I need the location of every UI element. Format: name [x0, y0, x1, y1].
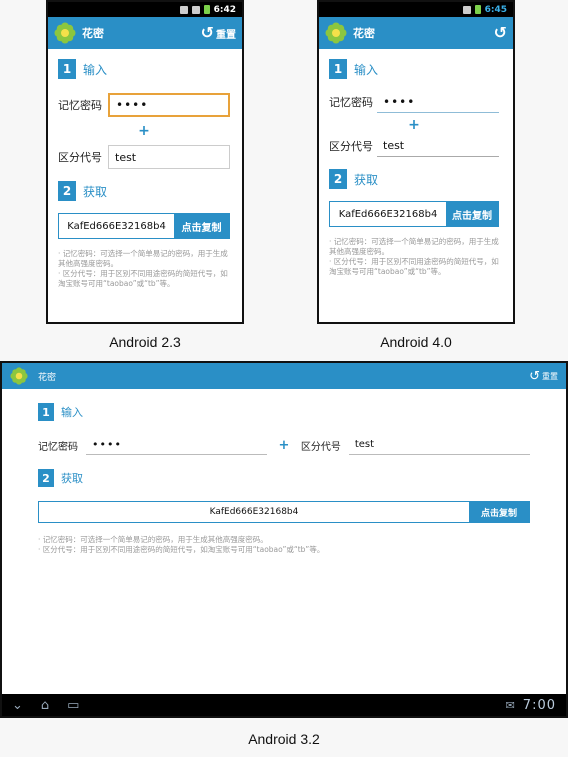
section-input-header: 1 输入: [58, 59, 230, 79]
reset-label: 重置: [542, 371, 558, 381]
section-label: 获取: [354, 172, 379, 187]
memory-password-input[interactable]: ••••: [86, 435, 268, 455]
flower-logo-icon: [10, 367, 28, 385]
device-android-3-2: 花密 ↺ 重置 1 输入 记忆密码 •••• + 区分代号 test 2 获取: [0, 361, 568, 718]
generated-password: KafEd666E32168b4: [330, 202, 446, 226]
notification-icon: ✉: [505, 698, 515, 712]
generated-password: KafEd666E32168b4: [39, 502, 469, 522]
app-bar: 花密 ↺: [319, 17, 513, 49]
note-memory: · 记忆密码：可选择一个简单易记的密码，用于生成其他高强度密码。: [58, 249, 228, 268]
battery-icon: [474, 5, 481, 14]
memory-password-input[interactable]: ••••: [377, 91, 499, 113]
section-number: 1: [329, 59, 347, 79]
signal-icon: [191, 5, 200, 14]
section-output-header: 2 获取: [38, 469, 530, 487]
reset-button[interactable]: ↺: [494, 25, 507, 41]
section-input-header: 1 输入: [38, 403, 530, 421]
app-title: 花密: [38, 372, 57, 383]
code-label: 区分代号: [329, 140, 373, 153]
note-code: · 区分代号：用于区别不同用途密码的简短代号，如淘宝账号可用“taobao”或“…: [329, 257, 499, 276]
clock: 6:42: [213, 4, 236, 15]
code-label: 区分代号: [300, 441, 341, 453]
note-code: · 区分代号：用于区别不同用途密码的简短代号，如淘宝账号可用“taobao”或“…: [58, 269, 228, 288]
memory-password-label: 记忆密码: [58, 99, 102, 112]
caption-android-4-0: Android 4.0: [380, 334, 452, 350]
section-output-header: 2 获取: [329, 169, 499, 189]
app-bar: 花密 ↺ 重置: [48, 17, 242, 49]
status-bar: 6:45: [319, 2, 513, 17]
flower-logo-icon: [325, 22, 347, 44]
generated-password: KafEd666E32168b4: [59, 214, 174, 238]
section-output-header: 2 获取: [58, 181, 230, 201]
section-number: 1: [38, 403, 54, 421]
plus-sign: +: [278, 437, 290, 453]
screen: 6:45 花密 ↺ 1 输入 记忆密码 •••• + 区分代号 test 2 获…: [319, 2, 513, 322]
section-label: 获取: [61, 472, 83, 485]
code-input[interactable]: test: [377, 135, 499, 157]
section-label: 输入: [61, 406, 83, 419]
plus-sign: +: [408, 117, 420, 133]
result-box: KafEd666E32168b4 点击复制: [58, 213, 230, 239]
nav-home-icon[interactable]: ⌂: [41, 698, 49, 713]
result-box: KafEd666E32168b4 点击复制: [329, 201, 499, 227]
help-notes: · 记忆密码：可选择一个简单易记的密码，用于生成其他高强度密码。 · 区分代号：…: [38, 535, 530, 555]
app-title: 花密: [353, 27, 375, 40]
memory-password-label: 记忆密码: [329, 96, 373, 109]
status-bar: 6:42: [48, 2, 242, 17]
section-number: 2: [329, 169, 347, 189]
reset-label: 重置: [216, 29, 236, 41]
nav-recent-icon[interactable]: ▭: [67, 698, 79, 713]
help-notes: · 记忆密码：可选择一个简单易记的密码，用于生成其他高强度密码。 · 区分代号：…: [58, 249, 230, 289]
caption-android-2-3: Android 2.3: [109, 334, 181, 350]
section-label: 输入: [354, 62, 379, 77]
copy-button[interactable]: 点击复制: [174, 214, 229, 238]
code-label: 区分代号: [58, 151, 102, 164]
system-navbar: ⌄ ⌂ ▭ ✉ 7:00: [2, 694, 566, 716]
help-notes: · 记忆密码：可选择一个简单易记的密码，用于生成其他高强度密码。 · 区分代号：…: [329, 237, 499, 277]
note-code: · 区分代号：用于区别不同用途密码的简短代号，如淘宝账号可用“taobao”或“…: [38, 545, 325, 554]
back-arrow-icon: ↺: [493, 23, 507, 42]
app-bar: 花密 ↺ 重置: [2, 363, 566, 389]
code-input[interactable]: test: [348, 435, 531, 455]
result-box: KafEd666E32168b4 点击复制: [38, 501, 530, 523]
section-number: 2: [58, 181, 76, 201]
section-number: 2: [38, 469, 54, 487]
screen: 6:42 花密 ↺ 重置 1 输入 记忆密码 •••• + 区分代号 test …: [48, 2, 242, 322]
battery-icon: [203, 5, 210, 14]
section-number: 1: [58, 59, 76, 79]
nav-back-icon[interactable]: ⌄: [12, 698, 23, 713]
clock: 7:00: [522, 697, 556, 713]
back-arrow-icon: ↺: [200, 23, 214, 42]
back-arrow-icon: ↺: [529, 368, 540, 384]
system-tray: ✉ 7:00: [506, 698, 556, 713]
flower-logo-icon: [54, 22, 76, 44]
section-label: 获取: [83, 184, 108, 199]
clock: 6:45: [484, 4, 507, 15]
reset-button[interactable]: ↺ 重置: [529, 370, 558, 383]
plus-sign: +: [138, 123, 150, 139]
device-android-2-3: 6:42 花密 ↺ 重置 1 输入 记忆密码 •••• + 区分代号 test …: [46, 0, 244, 324]
section-input-header: 1 输入: [329, 59, 499, 79]
memory-password-input[interactable]: ••••: [108, 93, 230, 117]
note-memory: · 记忆密码：可选择一个简单易记的密码，用于生成其他高强度密码。: [329, 237, 499, 256]
reset-button[interactable]: ↺ 重置: [201, 25, 236, 41]
signal-icon: [462, 5, 471, 14]
screen: 花密 ↺ 重置 1 输入 记忆密码 •••• + 区分代号 test 2 获取: [2, 363, 566, 716]
device-android-4-0: 6:45 花密 ↺ 1 输入 记忆密码 •••• + 区分代号 test 2 获…: [317, 0, 515, 324]
copy-button[interactable]: 点击复制: [469, 502, 529, 522]
copy-button[interactable]: 点击复制: [446, 202, 498, 226]
caption-android-3-2: Android 3.2: [248, 731, 320, 747]
section-label: 输入: [83, 62, 108, 77]
code-input[interactable]: test: [108, 145, 230, 169]
app-title: 花密: [82, 27, 104, 40]
memory-password-label: 记忆密码: [38, 441, 78, 453]
usb-icon: [179, 5, 188, 14]
note-memory: · 记忆密码：可选择一个简单易记的密码，用于生成其他高强度密码。: [38, 535, 268, 544]
